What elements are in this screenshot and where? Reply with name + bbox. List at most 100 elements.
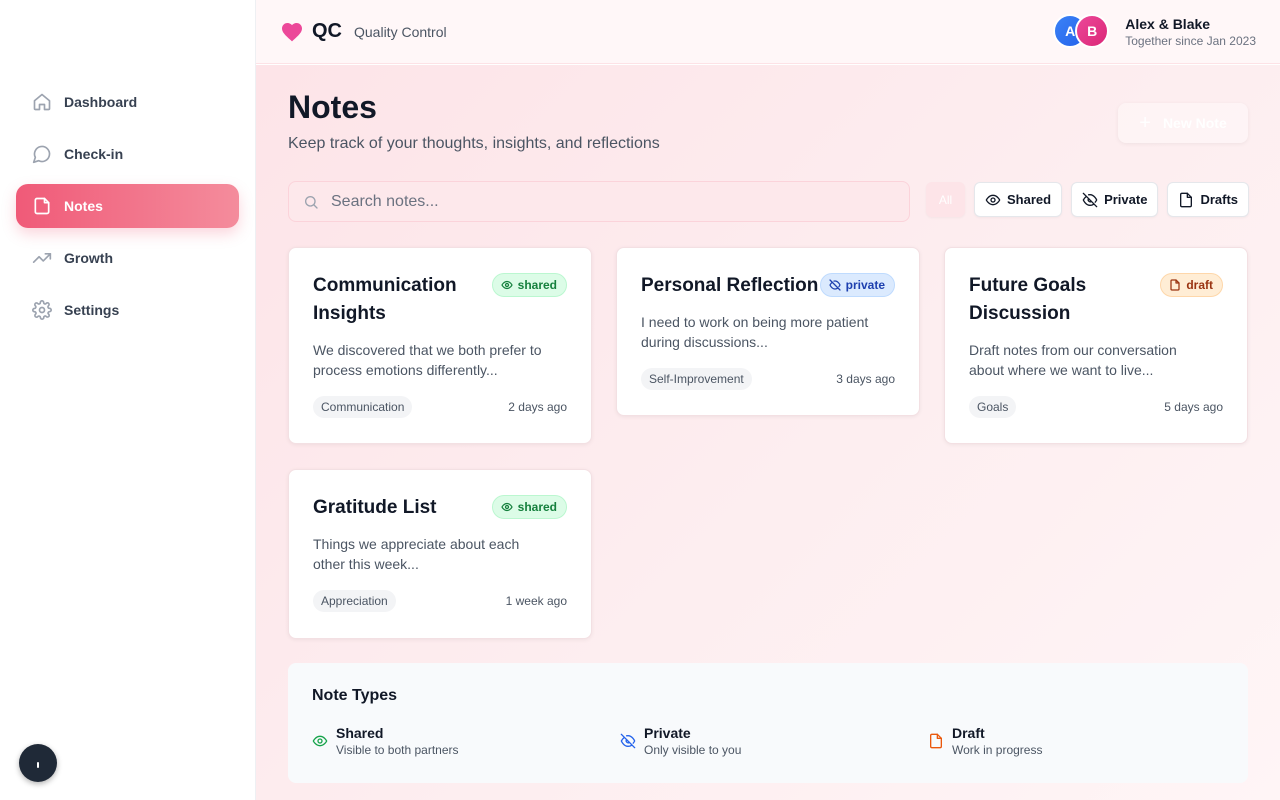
avatar: B xyxy=(1075,14,1110,48)
note-type-text: Draft Work in progress xyxy=(952,725,1042,759)
note-type-shared: Shared Visible to both partners xyxy=(312,725,459,759)
trending-up-icon xyxy=(32,248,52,268)
eye-icon xyxy=(501,501,513,513)
floating-action-button[interactable] xyxy=(19,744,57,782)
sidebar-item-label: Notes xyxy=(64,198,103,214)
app-tagline: Quality Control xyxy=(354,23,447,40)
sidebar-item-settings[interactable]: Settings xyxy=(16,288,239,332)
search-bar xyxy=(288,181,910,222)
app-logo: QC xyxy=(312,20,342,42)
note-time: 1 week ago xyxy=(505,594,567,608)
heart-icon xyxy=(280,20,304,44)
badge-label: shared xyxy=(517,500,557,514)
note-type-text: Private Only visible to you xyxy=(644,725,741,759)
filter-drafts-button[interactable]: Drafts xyxy=(1167,182,1250,217)
filter-label: Private xyxy=(1104,192,1148,207)
note-type-name: Private xyxy=(644,725,691,741)
note-preview: I need to work on being more patient dur… xyxy=(641,314,869,350)
user-profile[interactable]: A B Alex & Blake Together since Jan 2023 xyxy=(1053,14,1256,50)
brand[interactable]: QC Quality Control xyxy=(280,20,447,44)
search-input[interactable] xyxy=(331,192,891,211)
badge-label: private xyxy=(845,278,885,292)
sidebar-item-label: Dashboard xyxy=(64,94,138,110)
couple-names: Alex & Blake xyxy=(1125,16,1211,32)
eye-off-icon xyxy=(620,733,636,749)
search-icon xyxy=(303,194,319,210)
note-card[interactable]: Future Goals Discussion draft Draft note… xyxy=(944,247,1248,444)
note-icon xyxy=(32,196,52,216)
note-card[interactable]: Personal Reflection private I need to wo… xyxy=(616,247,920,416)
filter-group: All Shared Private Drafts xyxy=(926,182,1258,217)
note-time: 2 days ago xyxy=(508,400,567,414)
couple-avatars: A B xyxy=(1053,14,1111,50)
note-tag: Appreciation xyxy=(313,590,396,612)
user-info: Alex & Blake Together since Jan 2023 xyxy=(1125,15,1256,49)
fab-indicator xyxy=(37,762,39,768)
page-title: Notes xyxy=(288,89,377,125)
note-card[interactable]: Communication Insights shared We discove… xyxy=(288,247,592,444)
note-footer: Self-Improvement 3 days ago xyxy=(641,368,895,390)
new-note-label: New Note xyxy=(1162,115,1227,131)
sidebar: Dashboard Check-in Notes Growth Settings xyxy=(0,0,256,800)
sidebar-item-label: Growth xyxy=(64,250,113,266)
together-since: Together since Jan 2023 xyxy=(1125,34,1256,48)
file-icon xyxy=(928,733,944,749)
note-time: 5 days ago xyxy=(1164,400,1223,414)
note-type-desc: Visible to both partners xyxy=(336,743,459,757)
eye-icon xyxy=(985,192,1001,208)
note-preview: We discovered that we both prefer to pro… xyxy=(313,342,542,378)
filter-label: Drafts xyxy=(1200,192,1239,207)
note-type-name: Draft xyxy=(952,725,985,741)
note-footer: Goals 5 days ago xyxy=(969,396,1223,418)
eye-icon xyxy=(312,733,328,749)
status-badge: shared xyxy=(491,495,567,519)
filter-all-button[interactable]: All xyxy=(926,182,965,217)
badge-label: draft xyxy=(1186,278,1213,292)
note-time: 3 days ago xyxy=(836,372,895,386)
filter-private-button[interactable]: Private xyxy=(1071,182,1159,217)
sidebar-item-label: Settings xyxy=(64,302,120,318)
filter-label: All xyxy=(938,192,953,207)
note-title: Communication Insights xyxy=(313,275,457,324)
note-footer: Communication 2 days ago xyxy=(313,396,567,418)
eye-icon xyxy=(501,279,513,291)
sidebar-item-check-in[interactable]: Check-in xyxy=(16,132,239,176)
note-preview: Things we appreciate about each other th… xyxy=(313,536,520,572)
sidebar-nav: Dashboard Check-in Notes Growth Settings xyxy=(16,80,239,340)
note-type-desc: Work in progress xyxy=(952,743,1043,757)
note-card[interactable]: Gratitude List shared Things we apprecia… xyxy=(288,469,592,639)
note-type-draft: Draft Work in progress xyxy=(928,725,1042,759)
status-badge: shared xyxy=(491,273,567,297)
chat-bubble-icon xyxy=(32,144,52,164)
note-type-desc: Only visible to you xyxy=(644,743,742,757)
note-type-text: Shared Visible to both partners xyxy=(336,725,459,759)
plus-icon: + xyxy=(1139,111,1151,134)
note-types-title: Note Types xyxy=(312,687,398,704)
gear-icon xyxy=(32,300,52,320)
filter-shared-button[interactable]: Shared xyxy=(974,182,1063,217)
eye-off-icon xyxy=(829,279,841,291)
main-content: Notes Keep track of your thoughts, insig… xyxy=(256,65,1280,800)
sidebar-item-dashboard[interactable]: Dashboard xyxy=(16,80,239,124)
note-type-private: Private Only visible to you xyxy=(620,725,741,759)
file-icon xyxy=(1169,279,1181,291)
new-note-button[interactable]: + New Note xyxy=(1118,103,1248,143)
note-title: Gratitude List xyxy=(313,497,437,518)
note-tag: Communication xyxy=(313,396,413,418)
file-icon xyxy=(1178,192,1194,208)
note-types-panel: Note Types Shared Visible to both partne… xyxy=(288,663,1248,783)
note-type-name: Shared xyxy=(336,725,384,741)
sidebar-item-growth[interactable]: Growth xyxy=(16,236,239,280)
home-icon xyxy=(32,92,52,112)
status-badge: draft xyxy=(1160,273,1223,297)
filter-label: Shared xyxy=(1007,192,1052,207)
note-tag: Self-Improvement xyxy=(641,368,752,390)
note-tag: Goals xyxy=(969,396,1017,418)
page-subtitle: Keep track of your thoughts, insights, a… xyxy=(288,135,660,152)
sidebar-item-label: Check-in xyxy=(64,146,124,162)
sidebar-item-notes[interactable]: Notes xyxy=(16,184,239,228)
status-badge: private xyxy=(819,273,895,297)
note-preview: Draft notes from our conversation about … xyxy=(969,342,1177,378)
eye-off-icon xyxy=(1082,192,1098,208)
note-title: Future Goals Discussion xyxy=(969,275,1087,324)
